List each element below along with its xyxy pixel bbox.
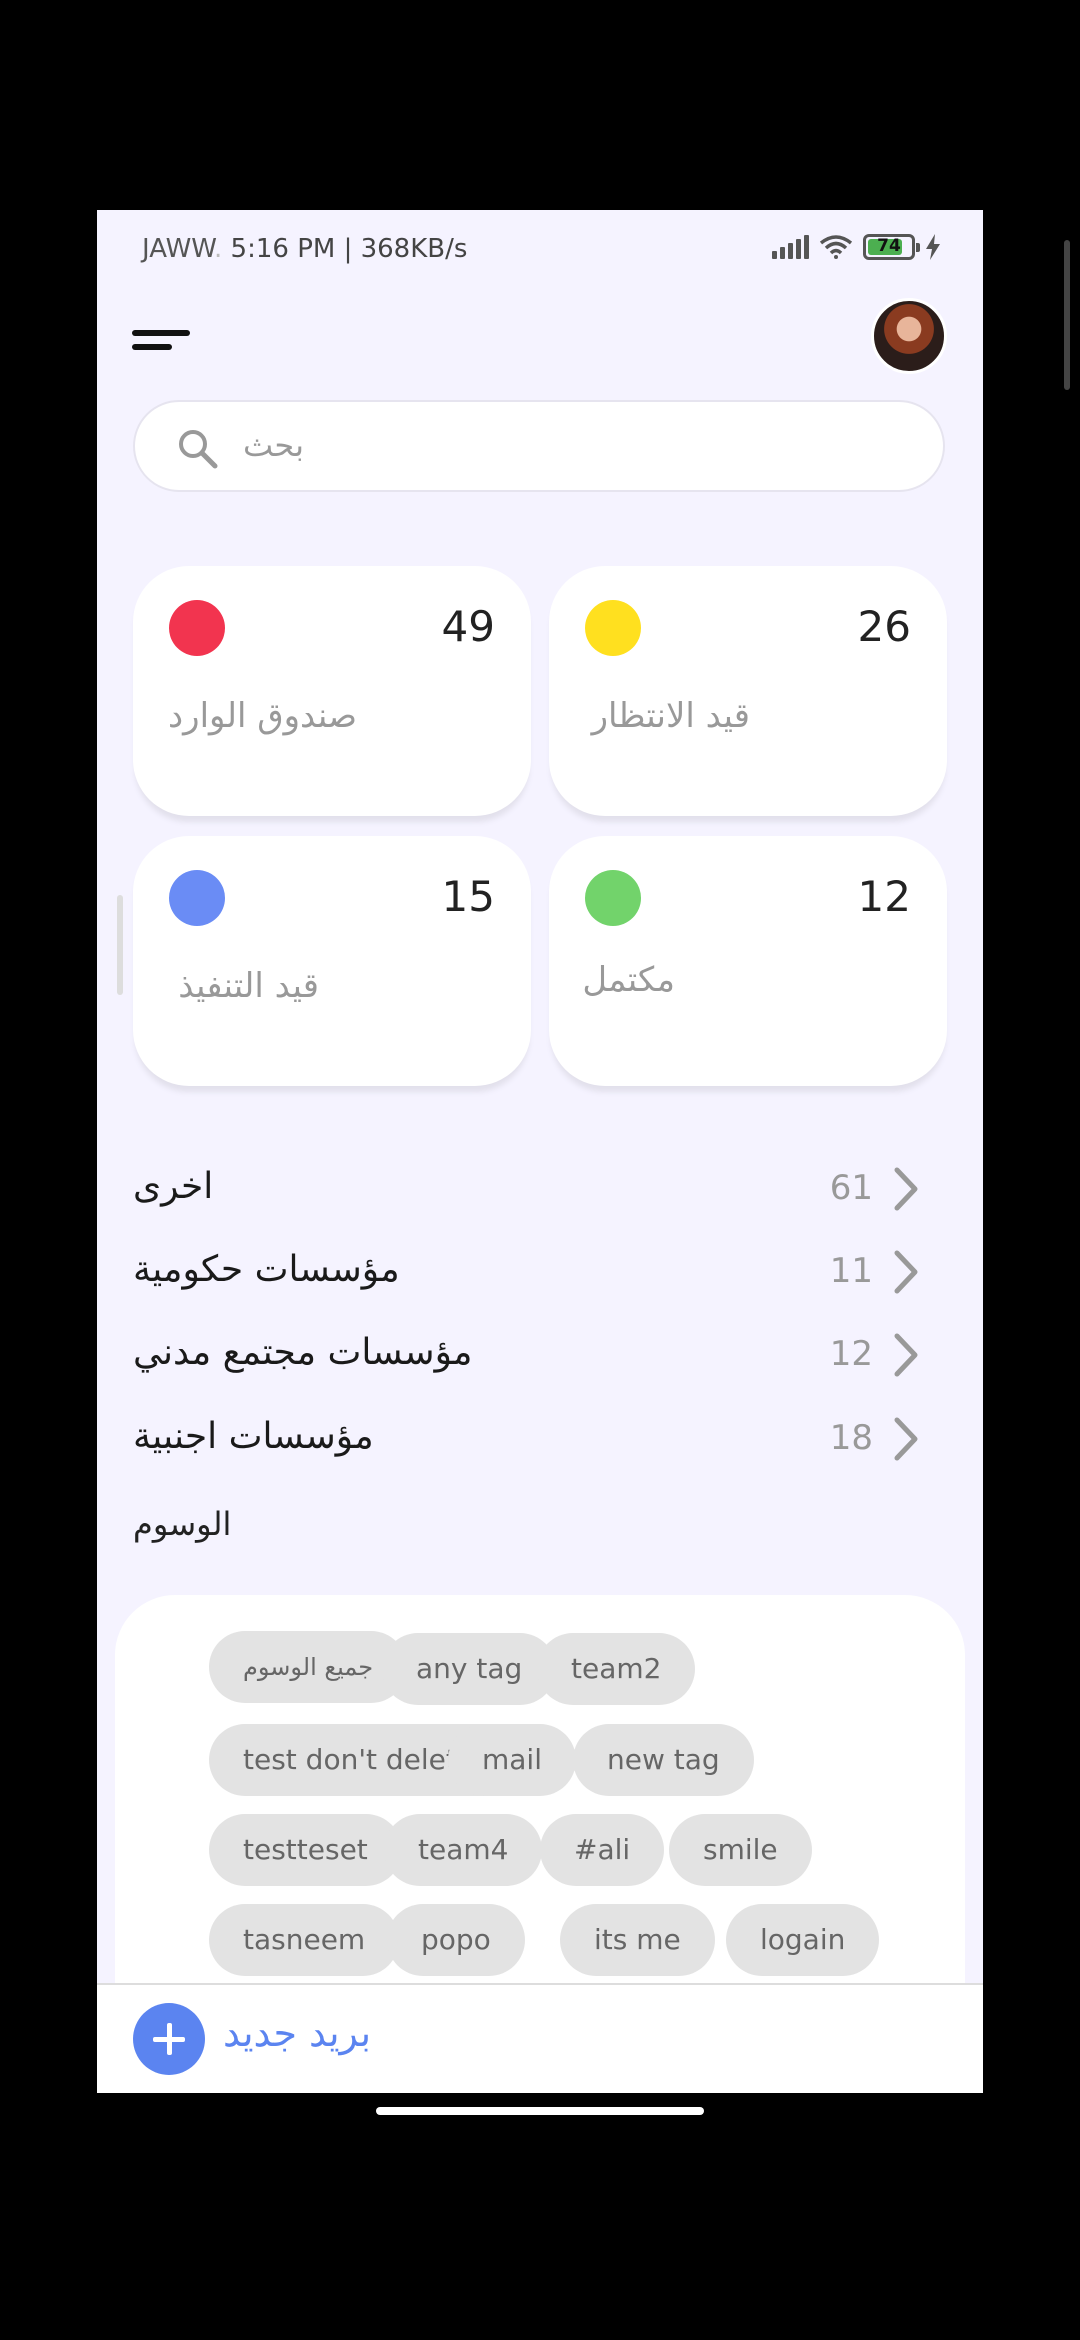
menu-icon[interactable] — [132, 322, 192, 362]
tag-chip[interactable]: its me — [560, 1904, 715, 1976]
stat-count: 49 — [441, 602, 495, 651]
status-dot — [585, 600, 641, 656]
category-count: 61 — [829, 1168, 873, 1208]
stat-count: 15 — [441, 872, 495, 921]
stat-label: صندوق الوارد — [168, 696, 357, 736]
time-network-speed: 5:16 PM | 368KB/s — [230, 234, 468, 264]
tag-chip[interactable]: new tag — [573, 1724, 754, 1796]
chevron-right-icon — [894, 1250, 918, 1294]
new-mail-button[interactable]: بريد جديد — [223, 2011, 371, 2055]
tag-chip[interactable]: team4 — [384, 1814, 543, 1886]
stat-label: مكتمل — [582, 960, 675, 1000]
tag-chip[interactable]: جميع الوسوم — [209, 1631, 408, 1703]
tag-chip[interactable]: tasneem — [209, 1904, 400, 1976]
signal-icon — [772, 235, 809, 259]
category-name: مؤسسات اجنبية — [133, 1416, 374, 1457]
tag-chip[interactable]: any tag — [382, 1633, 557, 1705]
category-row-foreign[interactable]: مؤسسات اجنبية 18 — [133, 1408, 939, 1468]
tag-chip[interactable]: mail — [448, 1724, 576, 1796]
tag-chip[interactable]: smile — [669, 1814, 812, 1886]
tag-chip[interactable]: team2 — [537, 1633, 696, 1705]
status-dot — [585, 870, 641, 926]
category-count: 12 — [829, 1334, 873, 1374]
home-indicator[interactable] — [376, 2107, 704, 2115]
search-input[interactable]: بحث — [133, 400, 945, 492]
status-bar: JAWW. 5:16 PM | 368KB/s 74 — [97, 210, 983, 290]
category-name: اخرى — [133, 1166, 214, 1207]
tag-chip[interactable]: popo — [387, 1904, 525, 1976]
status-dot — [169, 870, 225, 926]
app-screen: JAWW. 5:16 PM | 368KB/s 74 بحث 49 صندوق … — [97, 210, 983, 2093]
charging-icon — [926, 234, 940, 260]
category-count: 18 — [829, 1418, 873, 1458]
stat-label: قيد التنفيذ — [178, 966, 319, 1006]
chevron-right-icon — [894, 1167, 918, 1211]
stat-label: قيد الانتظار — [591, 696, 750, 736]
status-dot — [169, 600, 225, 656]
tag-chip[interactable]: #ali — [540, 1814, 665, 1886]
stat-count: 12 — [857, 872, 911, 921]
scrollbar[interactable] — [1064, 240, 1070, 390]
battery-level: 74 — [877, 236, 901, 256]
edge-handle — [117, 895, 123, 995]
carrier-fade: . — [214, 234, 223, 264]
stat-card-completed[interactable]: 12 مكتمل — [549, 836, 947, 1086]
category-name: مؤسسات مجتمع مدني — [133, 1332, 473, 1373]
search-icon — [179, 430, 218, 469]
stat-count: 26 — [857, 602, 911, 651]
bottom-bar: بريد جديد — [97, 1983, 983, 2093]
category-row-civil-society[interactable]: مؤسسات مجتمع مدني 12 — [133, 1324, 939, 1384]
battery-icon: 74 — [863, 234, 920, 260]
chevron-right-icon — [894, 1333, 918, 1377]
tag-chip[interactable]: logain — [726, 1904, 880, 1976]
category-row-other[interactable]: اخرى 61 — [133, 1158, 939, 1218]
category-count: 11 — [829, 1251, 873, 1291]
tags-section-title: الوسوم — [133, 1505, 232, 1543]
wifi-icon — [819, 235, 853, 259]
chevron-right-icon — [894, 1417, 918, 1461]
stat-card-pending[interactable]: 26 قيد الانتظار — [549, 566, 947, 816]
carrier-name: JAWW — [142, 234, 215, 264]
category-name: مؤسسات حكومية — [133, 1249, 400, 1290]
tag-chip[interactable]: testteset — [209, 1814, 402, 1886]
search-placeholder: بحث — [243, 426, 304, 464]
category-row-government[interactable]: مؤسسات حكومية 11 — [133, 1241, 939, 1301]
stat-card-inbox[interactable]: 49 صندوق الوارد — [133, 566, 531, 816]
add-icon[interactable] — [133, 2003, 205, 2075]
avatar[interactable] — [871, 298, 947, 374]
stat-card-in-progress[interactable]: 15 قيد التنفيذ — [133, 836, 531, 1086]
